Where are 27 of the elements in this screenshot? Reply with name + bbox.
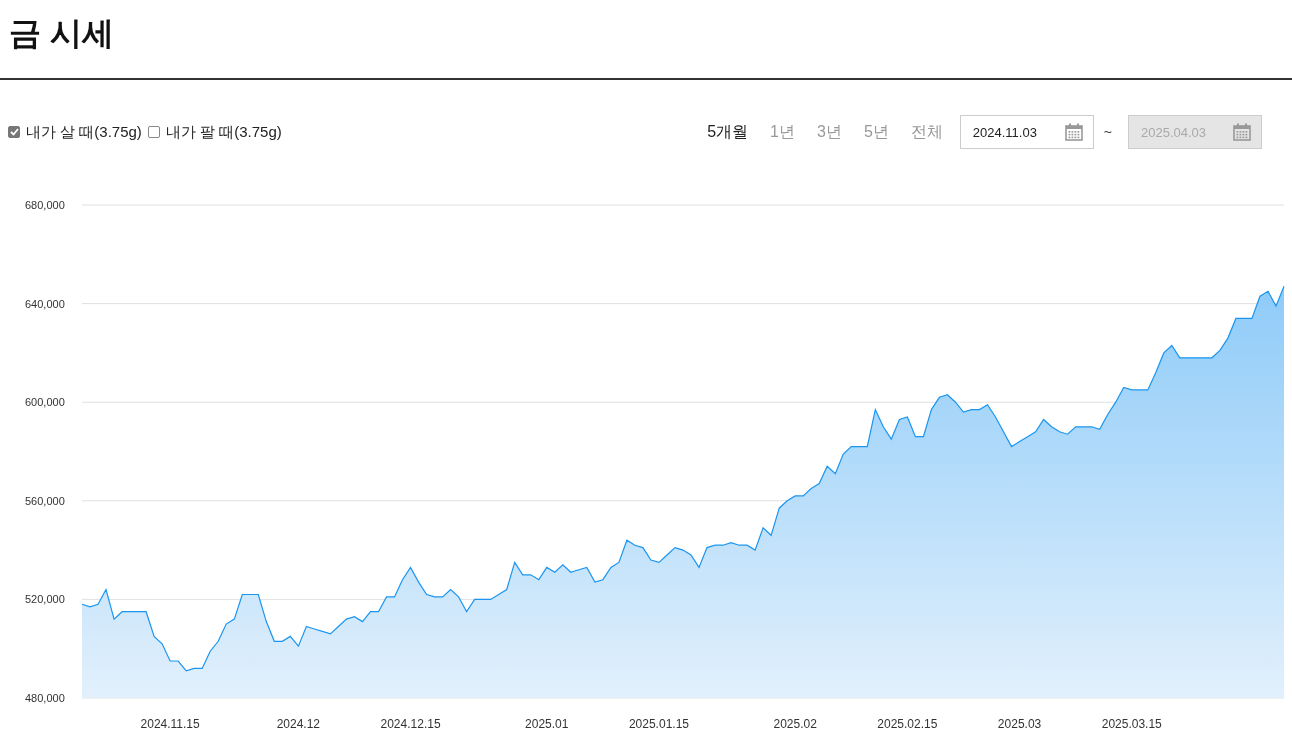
calendar-icon[interactable] [1064,123,1083,141]
range-separator: ~ [1103,124,1112,140]
x-axis-label: 2024.12 [276,717,321,731]
y-axis-label: 680,000 [25,199,65,211]
x-axis-label: 2025.02.15 [877,717,938,731]
x-axis-label: 2025.01 [525,717,569,731]
y-axis-label: 640,000 [25,297,65,310]
x-axis-label: 2025.01.15 [628,717,689,731]
y-axis-label: 560,000 [25,494,65,507]
price-option-checkbox[interactable]: 내가 팔 때(3.75g) [147,122,282,142]
x-axis-label: 2025.03.15 [1101,717,1162,731]
x-axis-label: 2024.11.15 [140,717,200,731]
check-icon [9,128,19,136]
y-axis-label: 600,000 [25,396,65,409]
y-axis-label: 480,000 [25,692,65,704]
period-tab[interactable]: 1년 [759,121,806,143]
period-tab[interactable]: 전체 [899,121,954,143]
x-axis-label: 2025.03 [997,717,1042,731]
period-tab[interactable]: 5년 [852,121,900,143]
x-axis-label: 2025.02 [773,717,817,731]
x-axis-label: 2024.12.15 [380,717,441,731]
price-option-checkbox[interactable]: 내가 살 때(3.75g) [8,122,142,142]
page-title: 금 시세 [9,14,114,53]
period-tab[interactable]: 3년 [806,121,853,143]
date-field[interactable]: 2024.11.03 [959,115,1094,149]
period-tab[interactable]: 5개월 [696,121,760,143]
y-axis-label: 520,000 [25,593,65,606]
